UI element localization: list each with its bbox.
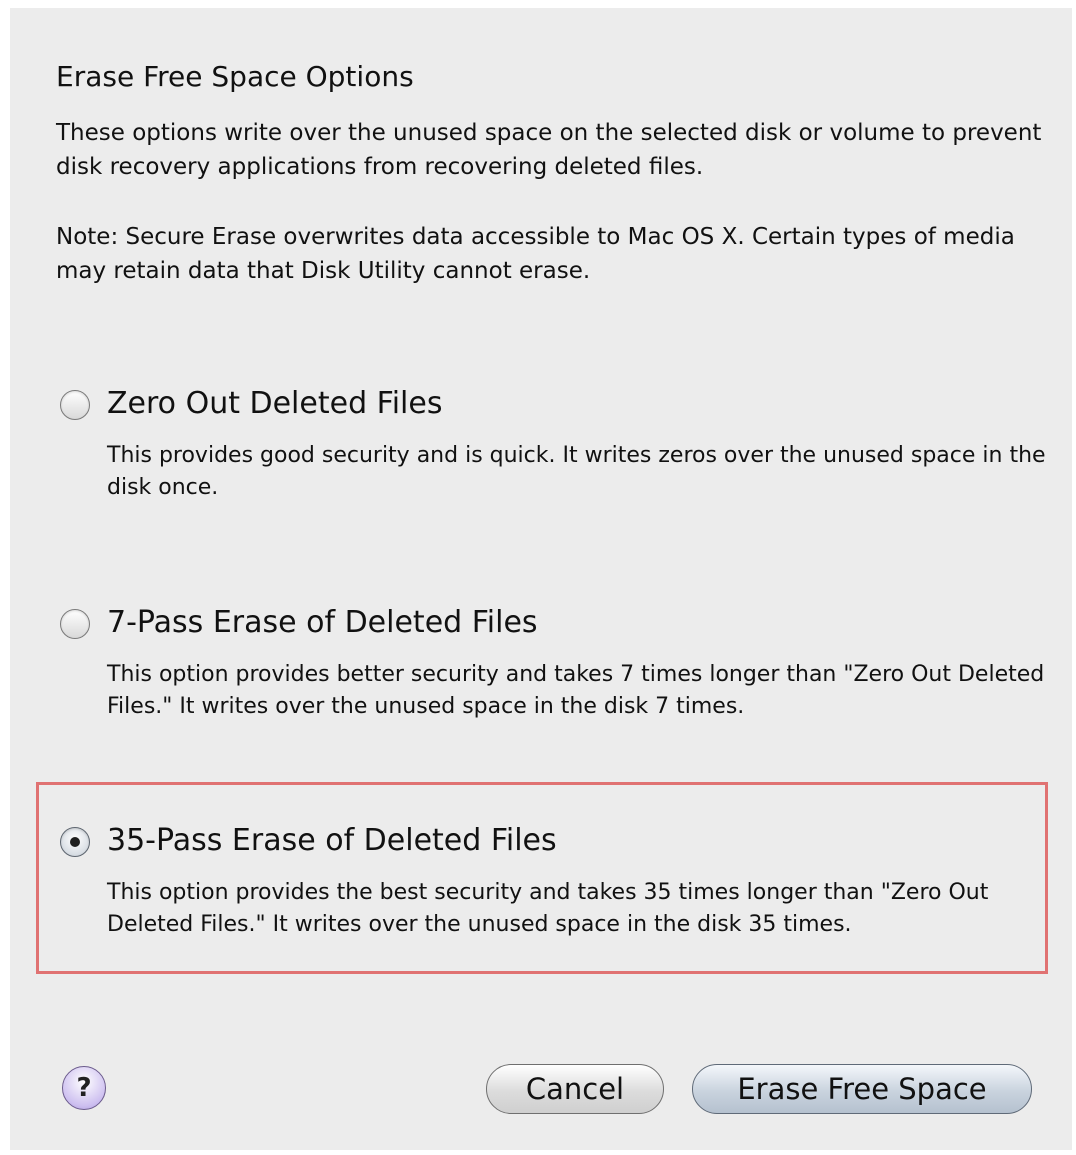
option-description: This option provides better security and… [107,662,1045,719]
radio-unselected-icon[interactable] [60,609,90,639]
option-label[interactable]: Zero Out Deleted Files [107,386,442,421]
dialog-title: Erase Free Space Options [56,60,414,93]
radio-unselected-icon[interactable] [60,390,90,420]
dialog-description: These options write over the unused spac… [56,120,1042,180]
option-description: This option provides the best security a… [107,880,989,937]
option-label[interactable]: 35-Pass Erase of Deleted Files [107,823,557,858]
erase-free-space-button[interactable]: Erase Free Space [692,1064,1032,1114]
erase-free-space-dialog: Erase Free Space Options These options w… [10,8,1072,1150]
radio-selected-icon[interactable] [60,827,90,857]
dialog-note: Note: Secure Erase overwrites data acces… [56,224,1015,284]
question-icon[interactable]: ? [62,1066,106,1110]
radio-dot-icon [70,837,80,847]
option-description: This provides good security and is quick… [107,443,1046,500]
cancel-button[interactable]: Cancel [486,1064,664,1114]
option-label[interactable]: 7-Pass Erase of Deleted Files [107,605,538,640]
